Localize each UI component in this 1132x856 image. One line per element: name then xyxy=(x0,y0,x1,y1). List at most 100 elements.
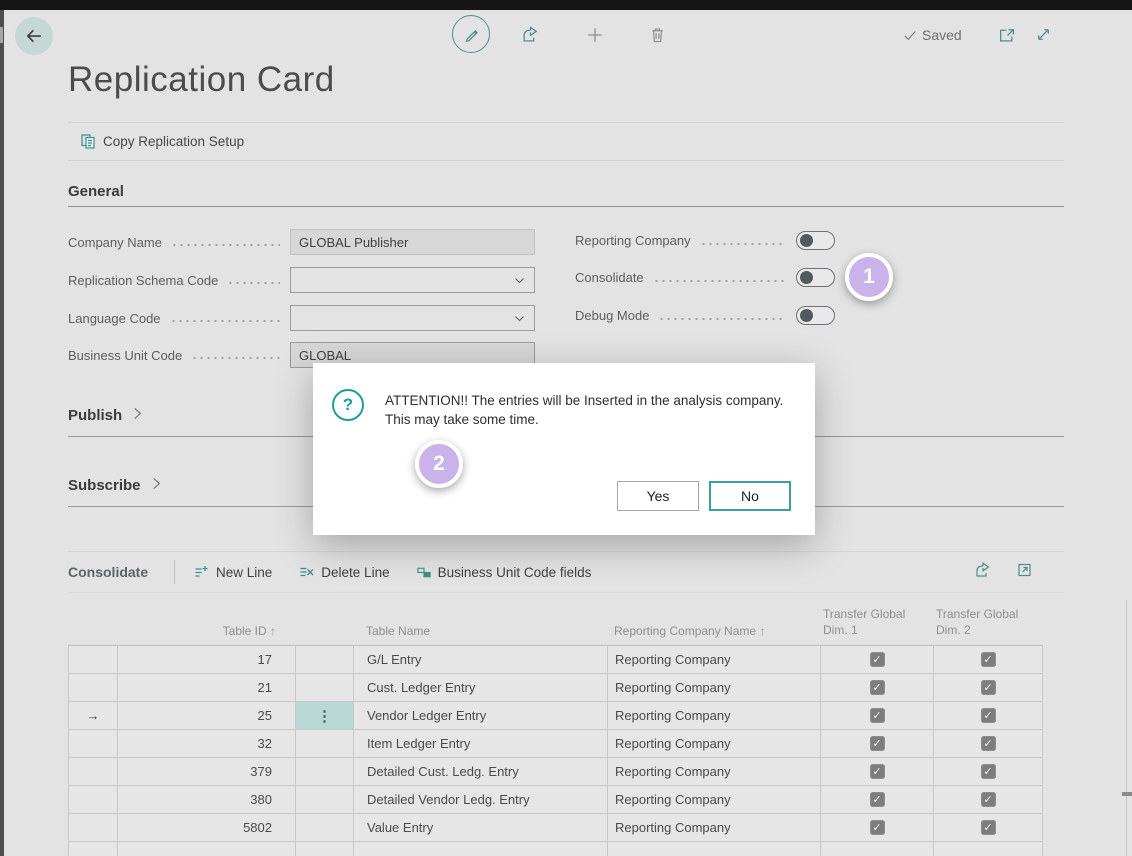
cell-transfer-dim1[interactable]: ✓ xyxy=(820,702,933,729)
consolidate-toggle[interactable] xyxy=(796,268,835,287)
checkbox-checked[interactable]: ✓ xyxy=(870,764,885,779)
cell-transfer-dim2[interactable]: ✓ xyxy=(933,674,1043,701)
checkbox-checked[interactable]: ✓ xyxy=(981,708,996,723)
checkbox-checked[interactable]: ✓ xyxy=(981,736,996,751)
cell-table-name[interactable]: Cust. Ledger Entry xyxy=(353,674,607,701)
cell-table-id[interactable]: 380 xyxy=(117,786,295,813)
cell-transfer-dim2[interactable]: ✓ xyxy=(933,702,1043,729)
checkbox-checked[interactable]: ✓ xyxy=(981,680,996,695)
cell-table-id[interactable]: 5802 xyxy=(117,814,295,841)
delete-line-button[interactable]: Delete Line xyxy=(298,564,389,580)
header-transfer-global-dim-1[interactable]: Transfer GlobalDim. 1 xyxy=(820,600,933,645)
cell-table-name[interactable]: Detailed Cust. Ledg. Entry xyxy=(353,758,607,785)
cell-reporting-company-name[interactable]: Reporting Company xyxy=(607,730,820,757)
cell-table-id[interactable]: 379 xyxy=(117,758,295,785)
copy-replication-setup-button[interactable]: Copy Replication Setup xyxy=(80,133,244,150)
row-menu-dots-icon[interactable]: ⋮ xyxy=(317,707,332,725)
scrollbar-thumb[interactable] xyxy=(1122,792,1132,796)
checkbox-checked[interactable]: ✓ xyxy=(870,792,885,807)
delete-button[interactable] xyxy=(649,26,666,44)
cell-row-menu[interactable] xyxy=(295,646,353,673)
table-row[interactable]: 380 Detailed Vendor Ledg. EntryReporting … xyxy=(68,786,1043,814)
cell-table-name[interactable]: Value Entry xyxy=(353,814,607,841)
focus-mode-icon[interactable] xyxy=(1016,562,1033,578)
table-row[interactable]: 379 Detailed Cust. Ledg. EntryReporting C… xyxy=(68,758,1043,786)
cell-table-name[interactable]: Item Ledger Entry xyxy=(353,730,607,757)
cell-transfer-dim1[interactable]: ✓ xyxy=(820,786,933,813)
cell-reporting-company-name[interactable]: Reporting Company xyxy=(607,814,820,841)
checkbox-checked[interactable]: ✓ xyxy=(870,680,885,695)
no-button[interactable]: No xyxy=(709,481,791,511)
header-table-name[interactable]: Table Name xyxy=(353,600,607,645)
cell-row-menu[interactable] xyxy=(295,758,353,785)
cell-transfer-dim2[interactable]: ✓ xyxy=(933,646,1043,673)
cell-reporting-company-name[interactable]: Reporting Company xyxy=(607,646,820,673)
cell-table-name[interactable]: G/L Entry xyxy=(353,646,607,673)
table-row[interactable]: 5802 Value EntryReporting Company ✓ ✓ xyxy=(68,814,1043,842)
cell-transfer-dim1[interactable]: ✓ xyxy=(820,814,933,841)
header-transfer-global-dim-2[interactable]: Transfer GlobalDim. 2 xyxy=(933,600,1043,645)
open-in-new-window-button[interactable] xyxy=(998,27,1016,43)
checkbox-checked[interactable]: ✓ xyxy=(870,736,885,751)
reporting-company-toggle[interactable] xyxy=(796,231,835,250)
row-selector-cell[interactable] xyxy=(68,674,117,701)
cell-transfer-dim1[interactable]: ✓ xyxy=(820,674,933,701)
section-subscribe-heading[interactable]: Subscribe xyxy=(68,477,162,494)
cell-table-name[interactable]: Vendor Ledger Entry xyxy=(353,702,607,729)
row-selector-cell[interactable] xyxy=(68,786,117,813)
header-table-id[interactable]: Table ID ↑ xyxy=(117,600,295,645)
cell-row-menu[interactable] xyxy=(295,814,353,841)
row-selector-cell[interactable] xyxy=(68,730,117,757)
cell-row-menu[interactable] xyxy=(295,674,353,701)
cell-transfer-dim2[interactable]: ✓ xyxy=(933,786,1043,813)
cell-table-id[interactable]: 32 xyxy=(117,730,295,757)
table-row[interactable]: 21Cust. Ledger EntryReporting Company✓✓ xyxy=(68,674,1043,702)
header-reporting-company-name[interactable]: Reporting Company Name ↑ xyxy=(607,600,820,645)
cell-row-menu[interactable] xyxy=(295,786,353,813)
edit-button[interactable] xyxy=(452,15,490,53)
replication-schema-code-combobox[interactable] xyxy=(290,267,535,293)
table-row[interactable]: →25 ⋮ Vendor Ledger EntryReporting Company… xyxy=(68,702,1043,730)
cell-transfer-dim2[interactable]: ✓ xyxy=(933,814,1043,841)
table-row-empty[interactable] xyxy=(68,842,1043,856)
new-button[interactable] xyxy=(586,26,604,44)
cell-reporting-company-name[interactable]: Reporting Company xyxy=(607,702,820,729)
debug-mode-toggle[interactable] xyxy=(796,306,835,325)
chevron-down-icon[interactable] xyxy=(513,312,526,325)
back-button[interactable] xyxy=(15,17,53,55)
table-row[interactable]: 32 Item Ledger EntryReporting Company ✓ ✓ xyxy=(68,730,1043,758)
cell-reporting-company-name[interactable]: Reporting Company xyxy=(607,786,820,813)
scrollbar-track[interactable] xyxy=(1126,600,1127,856)
checkbox-checked[interactable]: ✓ xyxy=(870,708,885,723)
cell-transfer-dim1[interactable]: ✓ xyxy=(820,758,933,785)
cell-transfer-dim2[interactable]: ✓ xyxy=(933,758,1043,785)
cell-reporting-company-name[interactable]: Reporting Company xyxy=(607,758,820,785)
cell-table-id[interactable]: 25 xyxy=(117,702,295,729)
new-line-button[interactable]: New Line xyxy=(193,564,272,580)
cell-transfer-dim1[interactable]: ✓ xyxy=(820,646,933,673)
share-button[interactable] xyxy=(521,26,540,43)
yes-button[interactable]: Yes xyxy=(617,481,699,511)
maximize-button[interactable] xyxy=(1035,26,1052,43)
cell-row-menu[interactable]: ⋮ xyxy=(295,702,353,729)
row-selector-cell[interactable] xyxy=(68,758,117,785)
cell-reporting-company-name[interactable]: Reporting Company xyxy=(607,674,820,701)
row-selector-cell[interactable]: → xyxy=(68,702,117,729)
cell-transfer-dim2[interactable]: ✓ xyxy=(933,730,1043,757)
checkbox-checked[interactable]: ✓ xyxy=(981,820,996,835)
table-row[interactable]: 17 G/L EntryReporting Company ✓ ✓ xyxy=(68,646,1043,674)
cell-table-id[interactable]: 17 xyxy=(117,646,295,673)
chevron-down-icon[interactable] xyxy=(513,274,526,287)
row-selector-cell[interactable] xyxy=(68,814,117,841)
cell-transfer-dim1[interactable]: ✓ xyxy=(820,730,933,757)
language-code-combobox[interactable] xyxy=(290,305,535,331)
row-selector-cell[interactable] xyxy=(68,646,117,673)
checkbox-checked[interactable]: ✓ xyxy=(981,764,996,779)
company-name-input[interactable]: GLOBAL Publisher xyxy=(290,229,535,255)
checkbox-checked[interactable]: ✓ xyxy=(981,792,996,807)
checkbox-checked[interactable]: ✓ xyxy=(870,820,885,835)
business-unit-code-fields-button[interactable]: Business Unit Code fields xyxy=(416,565,592,580)
checkbox-checked[interactable]: ✓ xyxy=(870,652,885,667)
cell-table-name[interactable]: Detailed Vendor Ledg. Entry xyxy=(353,786,607,813)
checkbox-checked[interactable]: ✓ xyxy=(981,652,996,667)
